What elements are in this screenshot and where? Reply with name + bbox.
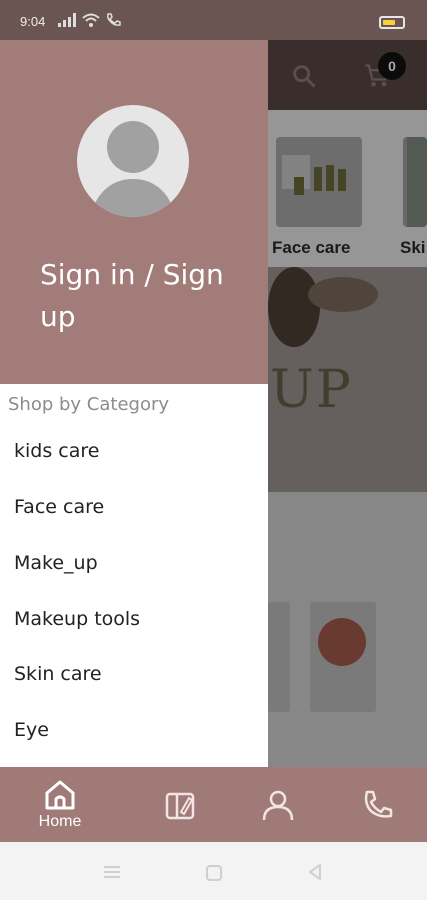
drawer-item-eye[interactable]: Eye — [14, 719, 49, 741]
call-icon — [107, 13, 121, 26]
user-icon — [262, 790, 294, 820]
nav-home[interactable]: Home — [20, 767, 100, 842]
signal-icon — [58, 13, 76, 27]
nav-profile[interactable] — [238, 767, 318, 842]
nav-categories[interactable] — [140, 767, 220, 842]
categories-icon — [165, 792, 195, 819]
nav-call[interactable] — [338, 767, 418, 842]
battery-icon — [379, 16, 405, 29]
nav-home-label: Home — [38, 812, 82, 830]
menu-icon[interactable] — [102, 864, 122, 880]
avatar-body — [92, 179, 174, 217]
bottom-nav: Home — [0, 767, 427, 842]
phone-icon — [364, 790, 393, 818]
status-icons — [58, 13, 122, 27]
system-nav-bar — [0, 842, 427, 900]
drawer-item-face-care[interactable]: Face care — [14, 496, 104, 518]
navigation-drawer: Sign in / Sign up Shop by Category kids … — [0, 40, 268, 767]
drawer-item-makeup-tools[interactable]: Makeup tools — [14, 608, 140, 630]
status-bar: 9:04 — [0, 0, 427, 40]
drawer-item-skin-care[interactable]: Skin care — [14, 663, 102, 685]
avatar-head — [107, 121, 159, 173]
home-icon — [45, 780, 75, 809]
wifi-icon — [82, 13, 100, 27]
home-button-icon[interactable] — [205, 864, 223, 882]
section-title: Shop by Category — [8, 394, 170, 415]
avatar[interactable] — [77, 105, 189, 217]
drawer-header: Sign in / Sign up — [0, 40, 268, 384]
drawer-item-kids-care[interactable]: kids care — [14, 440, 99, 462]
status-time: 9:04 — [20, 14, 46, 29]
drawer-item-make-up[interactable]: Make_up — [14, 552, 98, 574]
sign-in-link[interactable]: Sign in / Sign up — [40, 254, 250, 338]
back-icon[interactable] — [306, 863, 324, 881]
